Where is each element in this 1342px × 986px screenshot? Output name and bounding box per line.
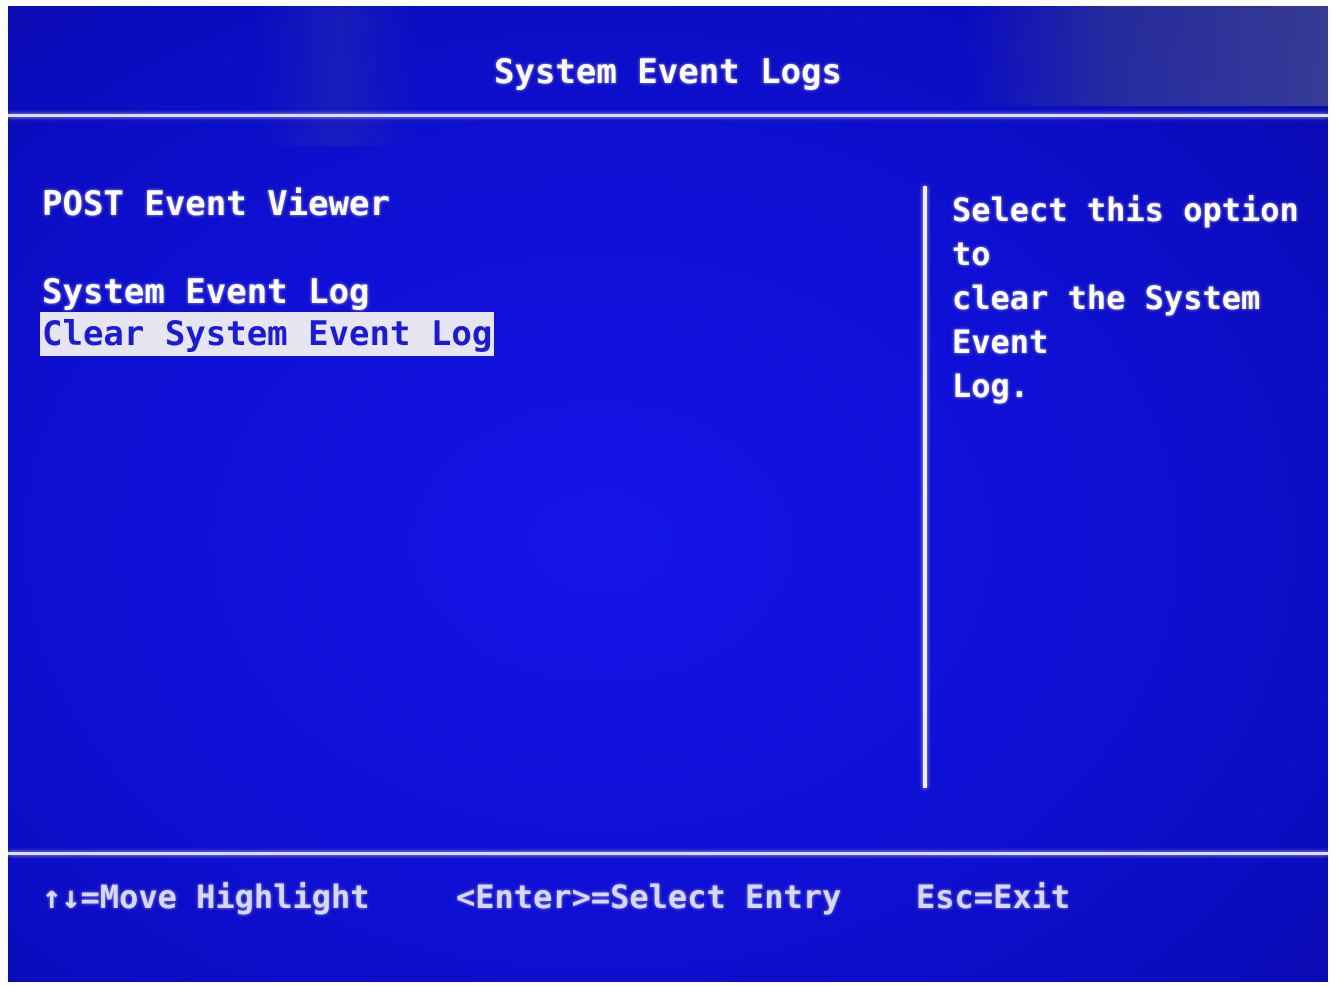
header-divider [8, 114, 1328, 117]
footer-move-highlight: ↑↓=Move Highlight [42, 878, 370, 916]
menu-item-system-event-log[interactable]: System Event Log [40, 270, 372, 314]
bios-screen: System Event Logs POST Event Viewer Syst… [8, 6, 1328, 982]
menu-item-clear-system-event-log[interactable]: Clear System Event Log [40, 312, 495, 356]
page-title: System Event Logs [494, 52, 842, 92]
up-down-arrows-icon: ↑↓ [42, 878, 81, 916]
footer-move-label: =Move Highlight [80, 878, 370, 916]
footer-exit: Esc=Exit [916, 878, 1071, 916]
menu-item-post-event-viewer[interactable]: POST Event Viewer [40, 182, 392, 226]
footer-select-entry: <Enter>=Select Entry [456, 878, 842, 916]
panel-divider [923, 186, 927, 788]
help-text: Select this option to clear the System E… [952, 191, 1299, 405]
header: System Event Logs [8, 6, 1328, 114]
footer-divider [8, 852, 1328, 855]
